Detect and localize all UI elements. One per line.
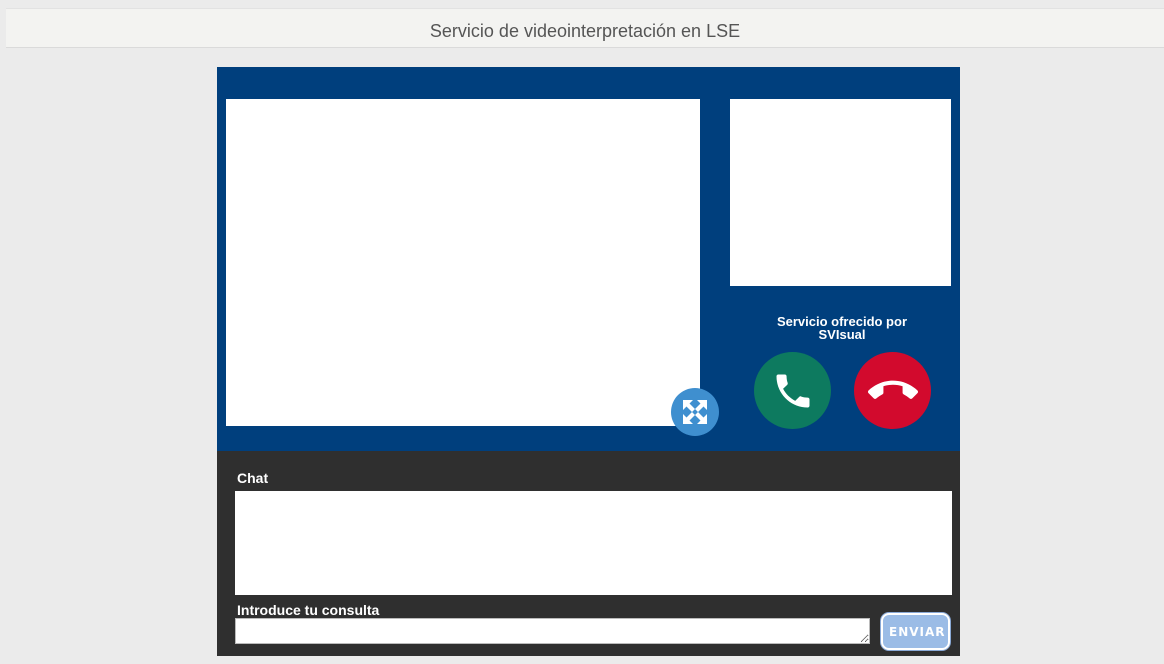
call-button[interactable] xyxy=(754,352,831,429)
remote-video xyxy=(226,99,700,426)
videointerpretation-widget: Servicio ofrecido por SVIsual Chat Intro… xyxy=(217,67,960,656)
send-button[interactable]: ENVIAR xyxy=(881,613,950,650)
expand-arrows-icon xyxy=(683,400,707,424)
local-video xyxy=(730,99,951,286)
phone-answer-icon xyxy=(776,374,809,407)
fullscreen-button[interactable] xyxy=(671,388,719,436)
provider-text: Servicio ofrecido por SVIsual xyxy=(737,315,947,341)
query-input[interactable] xyxy=(235,618,870,644)
video-area: Servicio ofrecido por SVIsual xyxy=(217,67,960,451)
page-title: Servicio de videointerpretación en LSE xyxy=(429,21,741,41)
hangup-button[interactable] xyxy=(854,352,931,429)
chat-log xyxy=(235,491,952,595)
provider-line-2: SVIsual xyxy=(818,327,866,342)
chat-title: Chat xyxy=(237,470,269,486)
phone-hangup-icon xyxy=(867,380,918,399)
query-label: Introduce tu consulta xyxy=(237,602,380,618)
page-header: Servicio de videointerpretación en LSE xyxy=(6,8,1164,48)
